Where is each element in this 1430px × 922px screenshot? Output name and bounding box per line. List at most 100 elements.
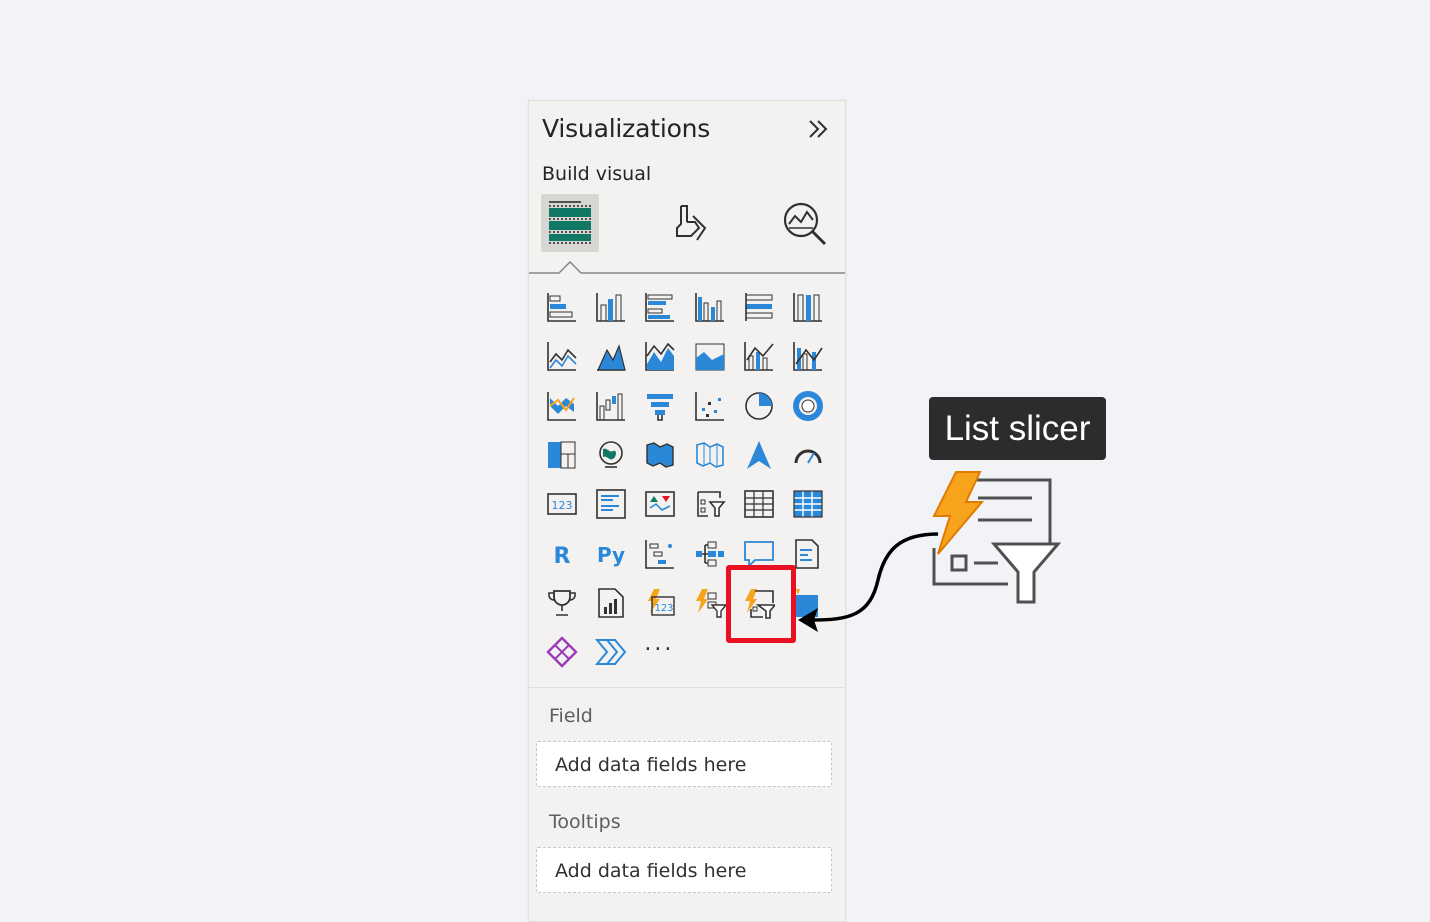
python-visual-icon: Py bbox=[597, 543, 625, 567]
visual-ribbon-chart[interactable] bbox=[541, 385, 583, 427]
donut-chart-icon bbox=[793, 390, 823, 421]
tooltips-well-label: Tooltips bbox=[549, 811, 621, 833]
visual-map[interactable] bbox=[590, 434, 632, 476]
gauge-icon bbox=[794, 449, 822, 464]
100-stacked-column-chart-icon bbox=[793, 293, 822, 322]
stacked-area-chart-icon bbox=[645, 342, 675, 372]
visual-stacked-bar-chart[interactable] bbox=[541, 286, 583, 328]
svg-text:Py: Py bbox=[597, 543, 625, 567]
stacked-column-chart-icon bbox=[596, 293, 626, 322]
line-chart-icon bbox=[547, 342, 577, 372]
funnel-icon bbox=[647, 393, 674, 421]
visual-table[interactable] bbox=[738, 483, 780, 525]
visual-line-and-stacked-column-chart[interactable] bbox=[738, 335, 780, 377]
tab-build-visual[interactable] bbox=[541, 194, 599, 252]
table-icon bbox=[743, 490, 774, 518]
list-slicer-tooltip: List slicer bbox=[929, 397, 1106, 460]
azure-map-icon bbox=[746, 440, 771, 469]
svg-text:R: R bbox=[554, 544, 571, 569]
visual-100-stacked-area-chart[interactable] bbox=[689, 335, 731, 377]
svg-text:123: 123 bbox=[552, 499, 573, 512]
pie-chart-icon bbox=[744, 391, 773, 420]
area-chart-icon bbox=[597, 344, 626, 372]
visual-paginated-report[interactable] bbox=[590, 582, 632, 624]
field-well-placeholder: Add data fields here bbox=[555, 754, 747, 776]
multi-row-card-icon bbox=[596, 489, 626, 519]
visual-100-stacked-bar-chart[interactable] bbox=[738, 286, 780, 328]
waterfall-chart-icon bbox=[596, 391, 626, 421]
card-icon: 123 bbox=[547, 493, 577, 515]
visual-waterfall-chart[interactable] bbox=[590, 385, 632, 427]
format-visual-icon bbox=[676, 205, 707, 241]
visual-multi-row-card[interactable] bbox=[590, 483, 632, 525]
stacked-bar-chart-icon bbox=[547, 293, 576, 322]
visual-100-stacked-column-chart[interactable] bbox=[787, 286, 829, 328]
visual-matrix[interactable] bbox=[787, 483, 829, 525]
tooltips-well[interactable]: Add data fields here bbox=[536, 847, 832, 893]
visual-clustered-bar-chart[interactable] bbox=[639, 286, 681, 328]
visual-decomposition-tree[interactable] bbox=[689, 533, 731, 575]
analytics-icon bbox=[783, 202, 827, 246]
100-stacked-area-chart-icon bbox=[695, 343, 725, 371]
visual-funnel[interactable] bbox=[639, 385, 681, 427]
visual-line-chart[interactable] bbox=[541, 335, 583, 377]
collapse-pane-button[interactable] bbox=[805, 115, 835, 145]
tab-format-visual[interactable] bbox=[659, 194, 717, 252]
visual-clustered-column-chart[interactable] bbox=[689, 286, 731, 328]
field-well[interactable]: Add data fields here bbox=[536, 741, 832, 787]
visual-stacked-area-chart[interactable] bbox=[639, 335, 681, 377]
power-automate-icon bbox=[595, 639, 627, 666]
visual-metrics[interactable] bbox=[541, 582, 583, 624]
visual-scatter-chart[interactable] bbox=[689, 385, 731, 427]
visual-card[interactable]: 123 bbox=[541, 483, 583, 525]
button-slicer-icon bbox=[695, 588, 726, 618]
filled-map-icon bbox=[646, 442, 675, 468]
visual-stacked-column-chart[interactable] bbox=[590, 286, 632, 328]
visualizations-pane: Visualizations Build visual 123 R Py 123… bbox=[528, 100, 846, 922]
build-visual-label: Build visual bbox=[542, 163, 652, 185]
tab-analytics[interactable] bbox=[775, 194, 833, 252]
build-visual-icon bbox=[549, 201, 591, 244]
field-well-label: Field bbox=[549, 705, 593, 727]
visual-button-slicer[interactable] bbox=[689, 582, 731, 624]
visual-slicer[interactable] bbox=[689, 483, 731, 525]
line-and-stacked-column-chart-icon bbox=[743, 342, 774, 372]
visual-donut-chart[interactable] bbox=[787, 385, 829, 427]
decomposition-tree-icon bbox=[695, 541, 724, 566]
visual-power-apps-diamond[interactable] bbox=[541, 631, 583, 673]
visual-azure-map[interactable] bbox=[738, 434, 780, 476]
visual-r-script-visual[interactable]: R bbox=[541, 533, 583, 575]
visual-key-influencers[interactable] bbox=[639, 533, 681, 575]
card-new-icon: 123 bbox=[648, 588, 676, 616]
visual-pie-chart[interactable] bbox=[738, 385, 780, 427]
visual-gauge[interactable] bbox=[787, 434, 829, 476]
slicer-icon bbox=[696, 491, 726, 517]
kpi-icon bbox=[645, 491, 676, 517]
line-and-clustered-column-chart-icon bbox=[793, 342, 823, 372]
visual-area-chart[interactable] bbox=[590, 335, 632, 377]
map-icon bbox=[599, 441, 623, 468]
tooltips-well-placeholder: Add data fields here bbox=[555, 860, 747, 882]
100-stacked-bar-chart-icon bbox=[744, 293, 773, 321]
visual-shape-map[interactable] bbox=[689, 434, 731, 476]
pane-title: Visualizations bbox=[542, 114, 711, 143]
matrix-icon bbox=[793, 490, 823, 518]
scatter-chart-icon bbox=[694, 391, 724, 421]
svg-text:123: 123 bbox=[655, 603, 674, 614]
list-slicer-highlight bbox=[726, 565, 796, 643]
power-apps-diamond-icon bbox=[546, 636, 578, 668]
tab-indicator bbox=[529, 261, 845, 274]
visual-card-new[interactable]: 123 bbox=[639, 582, 681, 624]
treemap-icon bbox=[548, 441, 576, 469]
metrics-icon bbox=[548, 589, 576, 616]
clustered-column-chart-icon bbox=[694, 293, 724, 322]
shape-map-icon bbox=[695, 442, 724, 468]
r-script-visual-icon: R bbox=[554, 544, 571, 569]
visual-kpi[interactable] bbox=[639, 483, 681, 525]
visual-treemap[interactable] bbox=[541, 434, 583, 476]
visual-line-and-clustered-column-chart[interactable] bbox=[787, 335, 829, 377]
visual-python-visual[interactable]: Py bbox=[590, 533, 632, 575]
visual-more-visuals[interactable]: ... bbox=[639, 631, 681, 673]
visual-filled-map[interactable] bbox=[639, 434, 681, 476]
visual-power-automate[interactable] bbox=[590, 631, 632, 673]
